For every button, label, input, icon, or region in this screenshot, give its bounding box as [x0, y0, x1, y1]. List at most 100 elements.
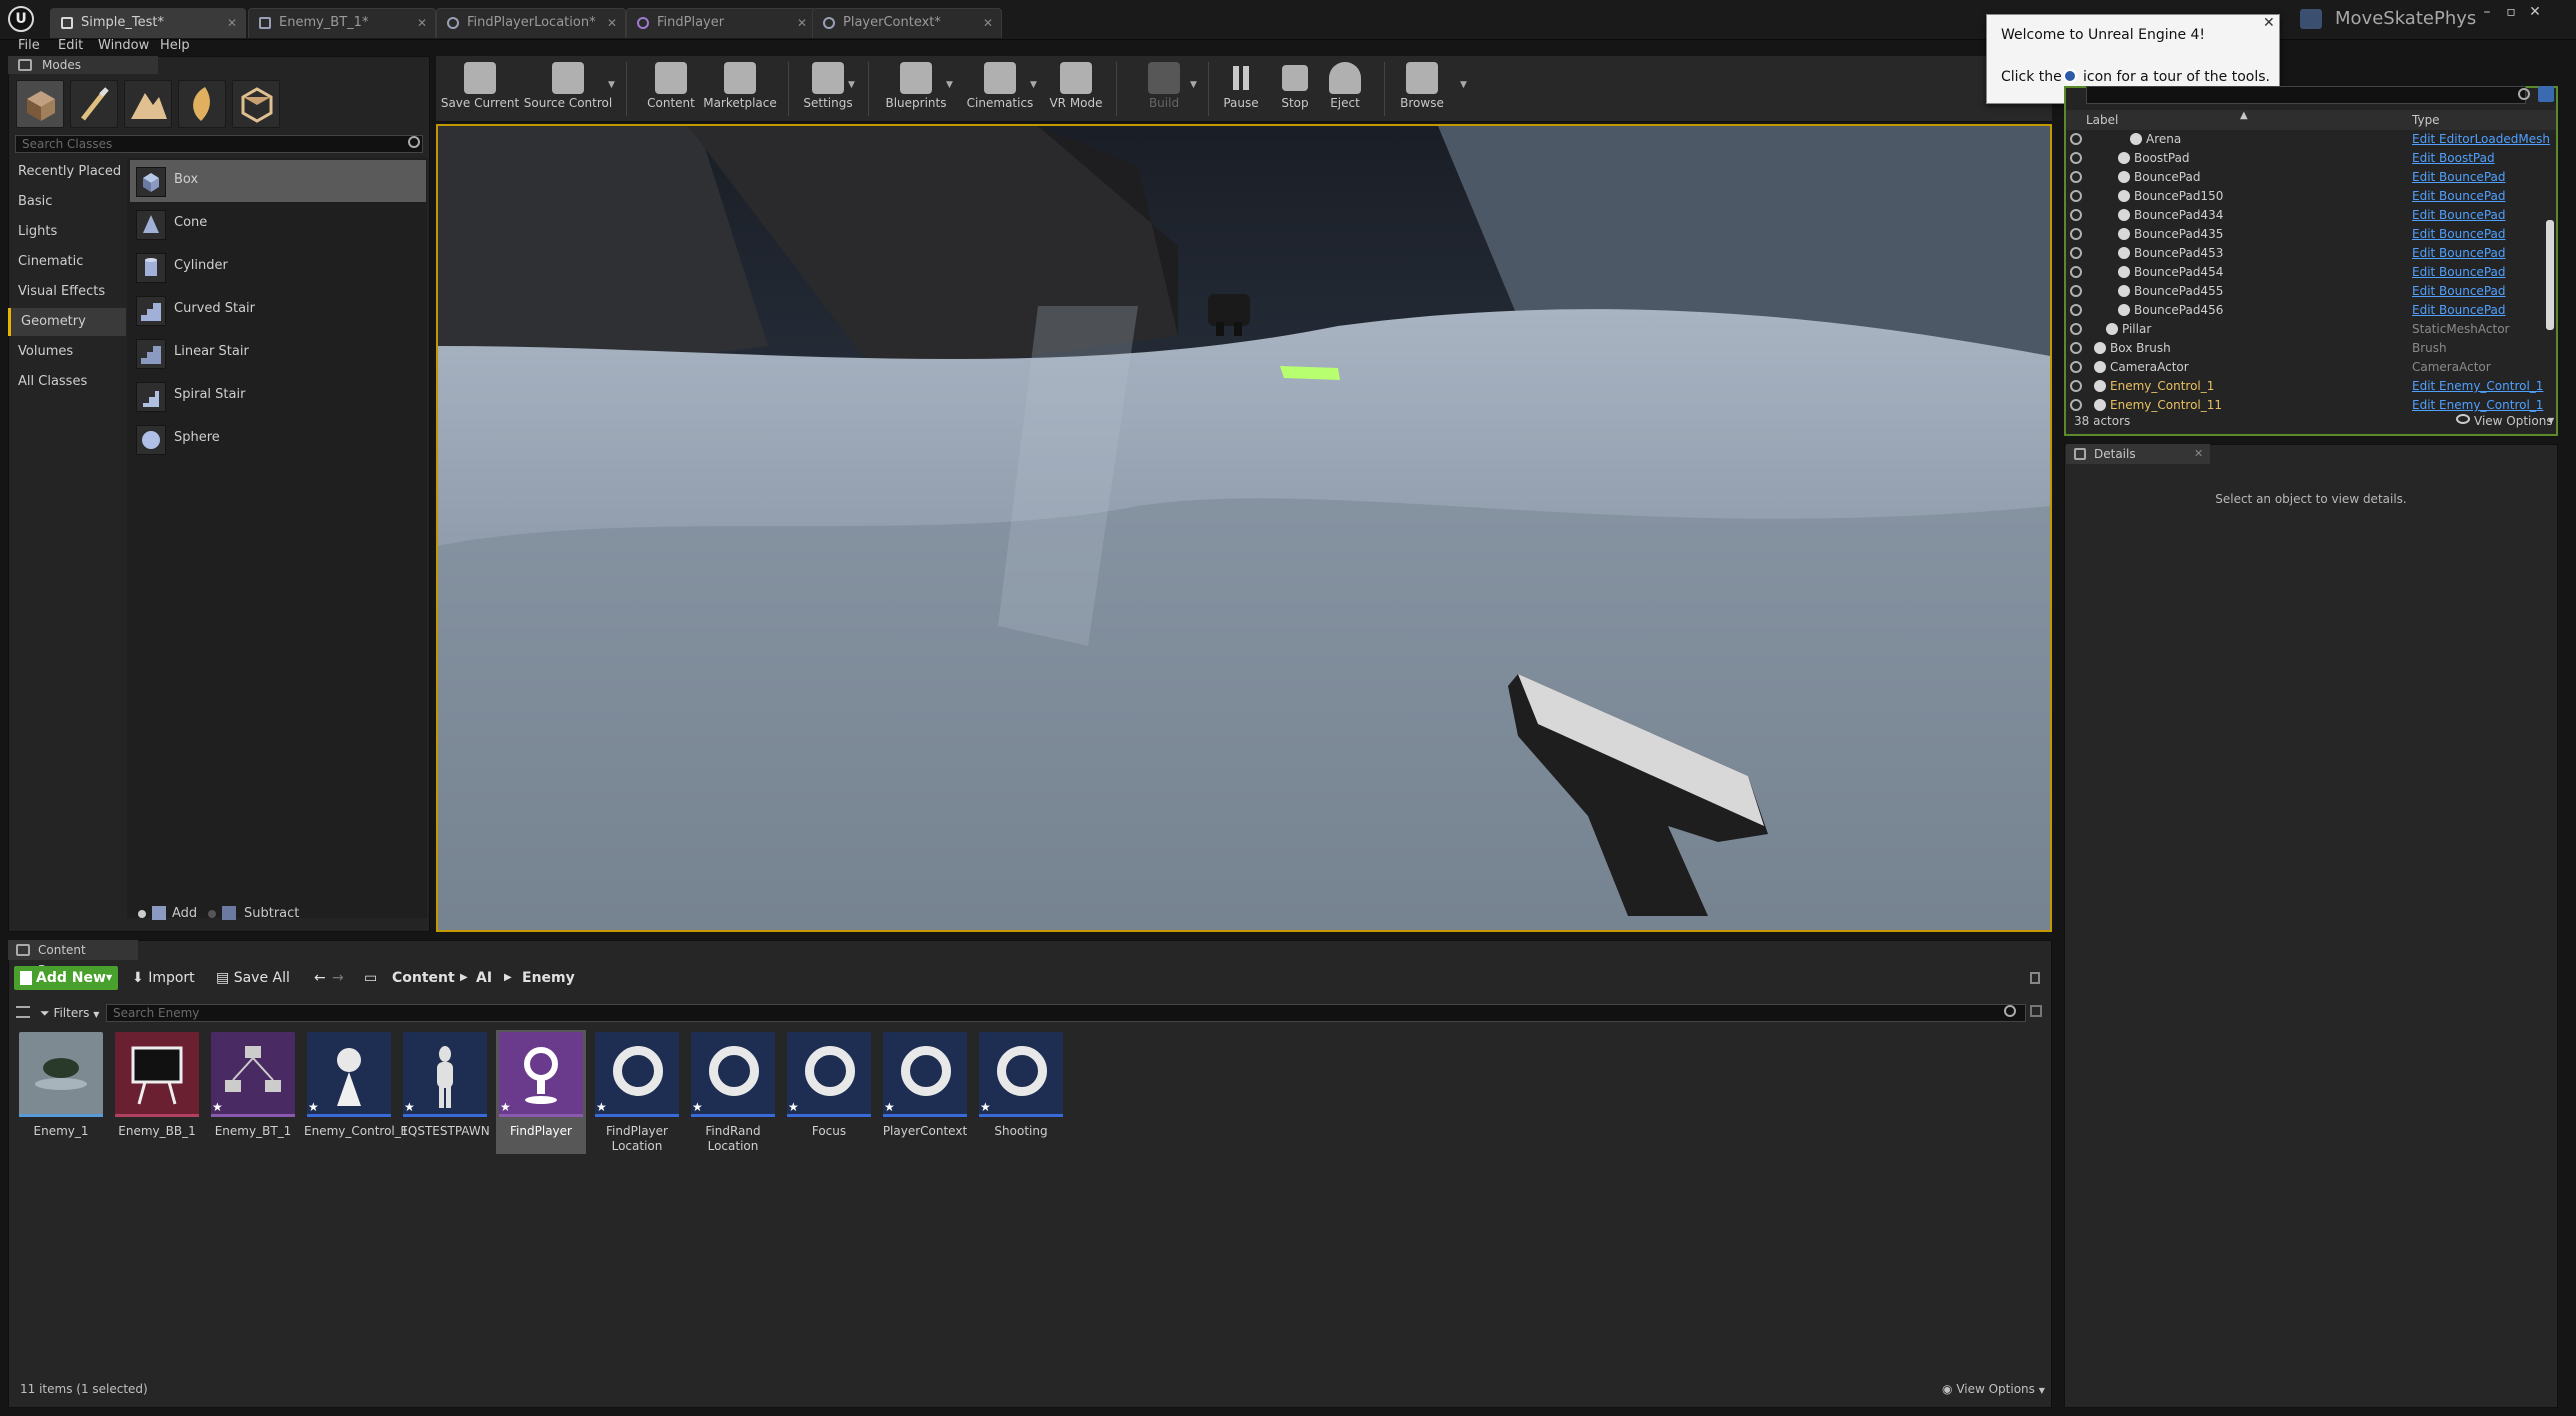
close-icon[interactable]: ✕ [797, 9, 807, 37]
geometry-edit-mode-button[interactable] [232, 80, 280, 128]
eject-button[interactable]: Eject [1320, 58, 1370, 120]
outliner-row[interactable]: BouncePad435 Edit BouncePad [2066, 225, 2550, 244]
asset-tile[interactable]: ★ Shooting [976, 1030, 1066, 1154]
category-cinematic[interactable]: Cinematic [8, 248, 126, 276]
browse-dropdown-icon[interactable]: ▼ [1460, 80, 1467, 90]
visibility-eye-icon[interactable] [2070, 380, 2082, 392]
build-dropdown-icon[interactable]: ▼ [1190, 80, 1197, 90]
outliner-row[interactable]: BouncePad150 Edit BouncePad [2066, 187, 2550, 206]
outliner-row-type[interactable]: Edit BouncePad [2412, 227, 2506, 241]
outliner-row-type[interactable]: Edit BouncePad [2412, 170, 2506, 184]
category-recently-placed[interactable]: Recently Placed [8, 158, 126, 186]
paint-mode-button[interactable] [70, 80, 118, 128]
visibility-eye-icon[interactable] [2070, 190, 2082, 202]
outliner-row-type[interactable]: Edit Enemy_Control_1 [2412, 379, 2543, 393]
visibility-eye-icon[interactable] [2070, 171, 2082, 183]
outliner-row-type[interactable]: Edit BoostPad [2412, 151, 2495, 165]
outliner-row[interactable]: BouncePad454 Edit BouncePad [2066, 263, 2550, 282]
add-new-button[interactable]: Add New ▼ [14, 966, 118, 990]
visibility-eye-icon[interactable] [2070, 209, 2082, 221]
vr-mode-button[interactable]: VR Mode [1044, 58, 1108, 120]
tab-find-player[interactable]: FindPlayer ✕ [626, 8, 816, 38]
outliner-scrollbar[interactable] [2546, 220, 2554, 330]
game-viewport[interactable] [436, 124, 2052, 932]
minimize-icon[interactable]: – [2476, 4, 2498, 22]
outliner-row[interactable]: Box Brush Brush [2066, 339, 2550, 358]
category-all-classes[interactable]: All Classes [8, 368, 126, 396]
folder-icon[interactable]: ▭ [364, 966, 377, 990]
outliner-search-input[interactable] [2086, 86, 2526, 104]
content-browser-view-options[interactable]: ◉ View Options ▼ [1942, 1382, 2045, 1396]
category-visual-effects[interactable]: Visual Effects [8, 278, 126, 306]
outliner-row-type[interactable]: Edit BouncePad [2412, 284, 2506, 298]
outliner-row-type[interactable]: Edit BouncePad [2412, 265, 2506, 279]
asset-tile[interactable]: ★ FindRand Location [688, 1030, 778, 1154]
tab-find-player-location[interactable]: FindPlayerLocation* ✕ [436, 8, 626, 38]
visibility-eye-icon[interactable] [2070, 342, 2082, 354]
marketplace-button[interactable]: Marketplace [700, 58, 780, 120]
class-item-sphere[interactable]: Sphere [130, 418, 426, 460]
import-button[interactable]: ⬇ Import [132, 966, 202, 990]
type-column-header[interactable]: Type [2412, 113, 2440, 127]
class-item-cylinder[interactable]: Cylinder [130, 246, 426, 288]
visibility-eye-icon[interactable] [2070, 247, 2082, 259]
subtract-radio[interactable] [208, 910, 216, 918]
search-assets-input[interactable]: Search Enemy [106, 1004, 2026, 1022]
class-item-cone[interactable]: Cone [130, 203, 426, 245]
unreal-logo-icon[interactable]: U [8, 6, 34, 32]
category-geometry[interactable]: Geometry [8, 308, 126, 336]
visibility-eye-icon[interactable] [2070, 152, 2082, 164]
visibility-eye-icon[interactable] [2070, 228, 2082, 240]
asset-tile[interactable]: Enemy_BB_1 [112, 1030, 202, 1154]
class-item-linear-stair[interactable]: Linear Stair [130, 332, 426, 374]
visibility-eye-icon[interactable] [2070, 266, 2082, 278]
landscape-mode-button[interactable] [124, 80, 172, 128]
close-icon[interactable]: ✕ [227, 9, 237, 37]
asset-tile[interactable]: ★ Enemy_BT_1 [208, 1030, 298, 1154]
save-current-button[interactable]: Save Current [440, 58, 520, 120]
category-basic[interactable]: Basic [8, 188, 126, 216]
visibility-eye-icon[interactable] [2070, 323, 2082, 335]
visibility-eye-icon[interactable] [2070, 304, 2082, 316]
blueprints-dropdown-icon[interactable]: ▼ [946, 80, 953, 90]
blueprints-button[interactable]: Blueprints [876, 58, 956, 120]
browse-button[interactable]: Browse [1392, 58, 1452, 120]
save-all-button[interactable]: ▤ Save All [216, 966, 296, 990]
stop-button[interactable]: Stop [1270, 58, 1320, 120]
outliner-row-type[interactable]: Edit BouncePad [2412, 246, 2506, 260]
details-tab[interactable]: Details ✕ [2066, 444, 2210, 464]
forward-arrow-icon[interactable]: → [332, 966, 344, 990]
outliner-row-type[interactable]: Edit BouncePad [2412, 189, 2506, 203]
close-icon[interactable]: ✕ [2194, 444, 2203, 464]
outliner-row-type[interactable]: Edit EditorLoadedMesh [2412, 132, 2550, 146]
modes-tab[interactable]: Modes [8, 56, 158, 74]
category-volumes[interactable]: Volumes [8, 338, 126, 366]
close-icon[interactable]: ✕ [983, 9, 993, 37]
outliner-row[interactable]: BouncePad455 Edit BouncePad [2066, 282, 2550, 301]
outliner-row-type[interactable]: Edit BouncePad [2412, 208, 2506, 222]
asset-tile[interactable]: ★ PlayerContext [880, 1030, 970, 1154]
close-icon[interactable]: ✕ [607, 9, 617, 37]
asset-tile[interactable]: Enemy_1 [16, 1030, 106, 1154]
outliner-row[interactable]: Pillar StaticMeshActor [2066, 320, 2550, 339]
class-item-box[interactable]: Box [130, 160, 426, 202]
add-folder-icon[interactable] [2538, 86, 2554, 102]
maximize-icon[interactable]: ▫ [2500, 4, 2522, 22]
close-window-icon[interactable]: ✕ [2524, 4, 2546, 22]
content-button[interactable]: Content [640, 58, 702, 120]
visibility-eye-icon[interactable] [2070, 361, 2082, 373]
breadcrumb-ai[interactable]: AI [476, 966, 492, 990]
asset-tile[interactable]: ★ Enemy_Control_1 [304, 1030, 408, 1154]
tab-simple-test[interactable]: Simple_Test* ✕ [50, 8, 246, 38]
settings-dropdown-icon[interactable]: ▼ [848, 80, 855, 90]
outliner-row[interactable]: CameraActor CameraActor [2066, 358, 2550, 377]
breadcrumb-content[interactable]: Content [392, 966, 455, 990]
source-control-dropdown-icon[interactable]: ▼ [608, 80, 615, 90]
class-item-curved-stair[interactable]: Curved Stair [130, 289, 426, 331]
save-search-icon[interactable] [2030, 1005, 2042, 1017]
foliage-mode-button[interactable] [178, 80, 226, 128]
asset-tile[interactable]: ★ Focus [784, 1030, 874, 1154]
menu-file[interactable]: File [18, 38, 40, 53]
filters-button[interactable]: ⏷ Filters ▼ [40, 1004, 100, 1022]
outliner-row[interactable]: BoostPad Edit BoostPad [2066, 149, 2550, 168]
